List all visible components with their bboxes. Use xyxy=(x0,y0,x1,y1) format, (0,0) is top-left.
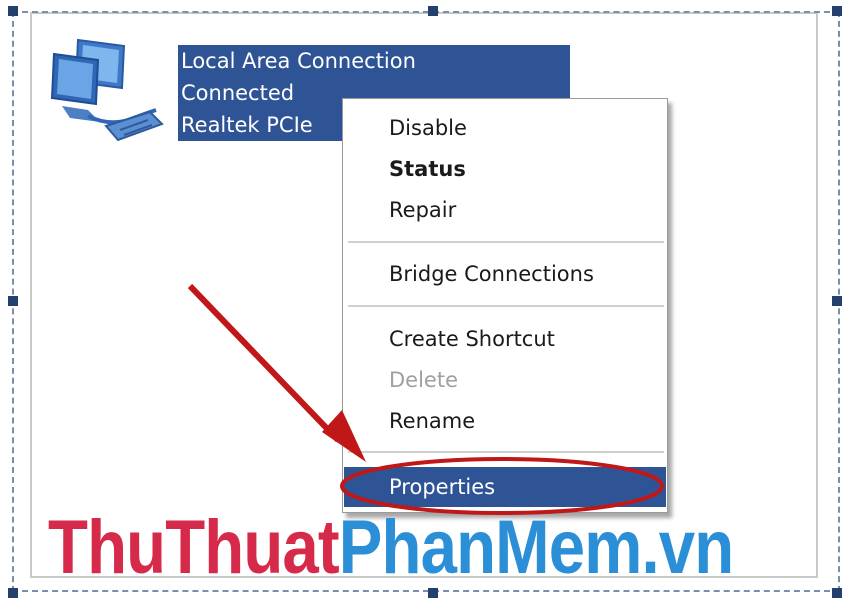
screenshot-canvas: Local Area Connection Connected Realtek … xyxy=(0,0,843,602)
resize-handle[interactable] xyxy=(428,6,438,16)
resize-handle[interactable] xyxy=(8,296,18,306)
watermark-part2: PhanMem.vn xyxy=(338,505,734,590)
resize-handle[interactable] xyxy=(832,6,842,16)
resize-handle[interactable] xyxy=(832,588,842,598)
resize-handle[interactable] xyxy=(8,6,18,16)
watermark-part1: ThuThuat xyxy=(48,505,340,590)
watermark: ThuThuatPhanMem.vn xyxy=(48,505,734,590)
resize-handle[interactable] xyxy=(8,588,18,598)
resize-handle[interactable] xyxy=(832,296,842,306)
